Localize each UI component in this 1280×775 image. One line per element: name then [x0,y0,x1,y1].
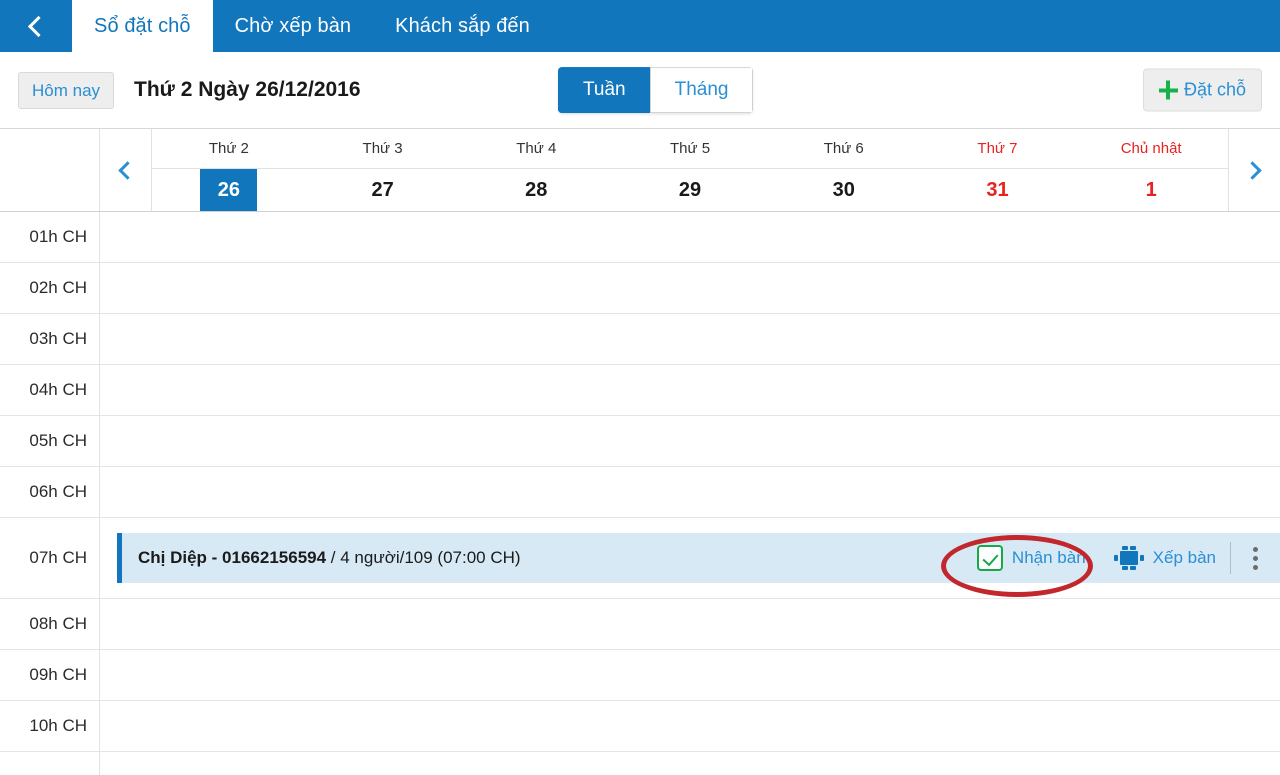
day-column-thu[interactable]: Thứ 5 29 [613,129,767,211]
time-slot-body[interactable] [100,701,1280,751]
day-name: Thứ 6 [766,129,921,169]
tab-so-dat-cho[interactable]: Sổ đặt chỗ [72,0,213,52]
time-label: 07h CH [0,518,100,598]
day-name: Thứ 7 [920,129,1075,169]
day-column-sun[interactable]: Chủ nhật 1 [1074,129,1229,211]
time-slot-row[interactable]: 07h CH Chị Diệp - 01662156594 / 4 người/… [0,518,1280,599]
time-label [0,752,100,775]
assign-table-button[interactable]: Xếp bàn [1100,533,1230,583]
time-slot-body[interactable] [100,416,1280,466]
tab-khach-sap-den[interactable]: Khách sắp đến [373,0,552,52]
time-slot-row[interactable]: 03h CH [0,314,1280,365]
day-number: 31 [986,178,1009,201]
day-name: Thứ 5 [613,129,767,169]
table-icon [1113,546,1144,570]
day-number: 26 [200,169,258,211]
time-slot-row[interactable]: 01h CH [0,212,1280,263]
day-number: 29 [678,178,702,201]
time-label: 05h CH [0,416,100,466]
time-label: 06h CH [0,467,100,517]
day-column-fri[interactable]: Thứ 6 30 [766,129,921,211]
time-slot-body[interactable] [100,650,1280,700]
week-header: Thứ 2 26 Thứ 3 27 Thứ 4 28 Thứ 5 29 Thứ … [0,129,1280,212]
time-slot-body[interactable] [100,263,1280,313]
day-column-tue[interactable]: Thứ 3 27 [305,129,460,211]
chevron-left-icon [118,160,137,180]
schedule-grid[interactable]: 01h CH 02h CH 03h CH 04h CH 05h CH 06h C… [0,212,1280,775]
day-name: Thứ 3 [305,129,460,169]
time-slot-body[interactable] [100,212,1280,262]
time-slot-row[interactable] [0,752,1280,775]
previous-week-button[interactable] [100,129,152,211]
tab-bar: Sổ đặt chỗ Chờ xếp bàn Khách sắp đến [72,0,552,52]
chevron-left-icon [27,15,50,37]
day-column-mon[interactable]: Thứ 2 26 [152,129,306,211]
time-label: 08h CH [0,599,100,649]
reservation-details: / 4 người/109 (07:00 CH) [326,548,521,567]
accept-table-button[interactable]: Nhận bàn [963,533,1100,583]
time-slot-row[interactable]: 04h CH [0,365,1280,416]
week-day-list: Thứ 2 26 Thứ 3 27 Thứ 4 28 Thứ 5 29 Thứ … [152,129,1229,211]
view-toggle-group: Tuần Tháng [558,67,754,113]
tab-label: Khách sắp đến [395,14,530,37]
view-toggle-week-label: Tuần [583,79,626,101]
time-slot-row[interactable]: 05h CH [0,416,1280,467]
tab-label: Chờ xếp bàn [234,14,352,37]
time-slot-row[interactable]: 10h CH [0,701,1280,752]
time-slot-body[interactable] [100,365,1280,415]
day-name: Chủ nhật [1074,129,1229,169]
plus-icon [1158,80,1178,100]
time-slot-row[interactable]: 08h CH [0,599,1280,650]
time-slot-row[interactable]: 06h CH [0,467,1280,518]
reservation-guest: Chị Diệp - 01662156594 [138,548,327,567]
time-slot-body[interactable] [100,599,1280,649]
tab-label: Sổ đặt chỗ [94,14,191,37]
time-slot-body[interactable] [100,752,1280,775]
view-toggle-month[interactable]: Tháng [649,67,754,113]
time-label: 10h CH [0,701,100,751]
top-app-bar: Sổ đặt chỗ Chờ xếp bàn Khách sắp đến [0,0,1280,52]
day-name: Thứ 2 [152,129,306,169]
day-number: 30 [832,178,855,201]
view-toggle-month-label: Tháng [674,79,729,101]
time-slot-body[interactable] [100,467,1280,517]
reservation-actions: Nhận bàn Xếp bàn [963,533,1280,583]
day-column-wed[interactable]: Thứ 4 28 [459,129,614,211]
accept-table-label: Nhận bàn [1011,548,1086,567]
back-button[interactable] [0,0,72,52]
view-toggle-week[interactable]: Tuần [558,67,650,113]
next-week-button[interactable] [1228,129,1280,211]
time-slot-row[interactable]: 09h CH [0,650,1280,701]
time-label: 04h CH [0,365,100,415]
time-label: 01h CH [0,212,100,262]
day-number: 28 [525,178,548,201]
page-title: Thứ 2 Ngày 26/12/2016 [134,78,361,101]
assign-table-label: Xếp bàn [1152,548,1216,567]
add-reservation-button[interactable]: Đặt chỗ [1142,68,1262,112]
reservation-summary: Chị Diệp - 01662156594 / 4 người/109 (07… [122,548,963,568]
time-slot-body[interactable] [100,314,1280,364]
tab-cho-xep-ban[interactable]: Chờ xếp bàn [213,0,374,52]
time-slot-row[interactable]: 02h CH [0,263,1280,314]
week-header-gutter [0,129,100,211]
reservation-card[interactable]: Chị Diệp - 01662156594 / 4 người/109 (07… [117,533,1280,583]
today-button-label: Hôm nay [32,80,101,100]
checkbox-check-icon [976,545,1003,571]
time-label: 02h CH [0,263,100,313]
kebab-menu-icon[interactable] [1231,533,1280,583]
time-slot-body[interactable]: Chị Diệp - 01662156594 / 4 người/109 (07… [100,518,1280,598]
today-button[interactable]: Hôm nay [18,71,115,109]
day-number: 1 [1145,178,1157,201]
chevron-right-icon [1243,160,1262,180]
toolbar: Hôm nay Thứ 2 Ngày 26/12/2016 Tuần Tháng… [0,52,1280,129]
time-label: 09h CH [0,650,100,700]
day-name: Thứ 4 [459,129,614,169]
time-label: 03h CH [0,314,100,364]
day-column-sat[interactable]: Thứ 7 31 [920,129,1075,211]
day-number: 27 [371,178,394,201]
add-reservation-label: Đặt chỗ [1183,79,1246,100]
